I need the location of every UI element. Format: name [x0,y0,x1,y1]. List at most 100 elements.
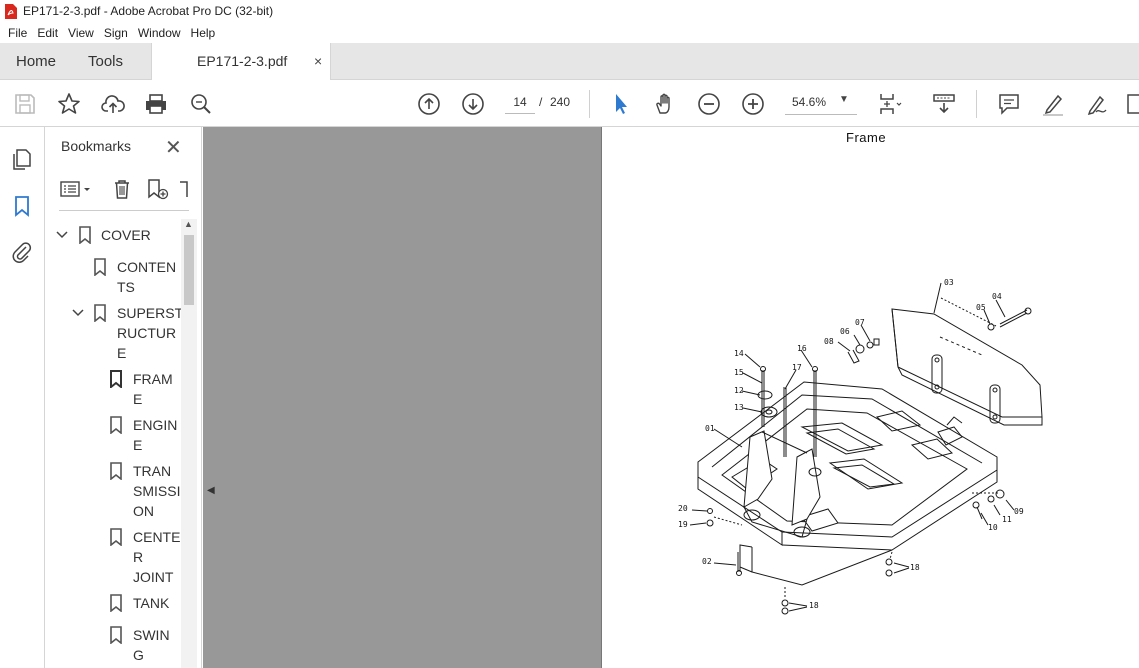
bookmark-icon [110,626,122,644]
bookmark-label: CENTE R JOINT [133,529,181,585]
tab-tools[interactable]: Tools [88,43,123,80]
menu-help[interactable]: Help [186,26,221,40]
callout-label: 18 [910,563,920,572]
frame-exploded-drawing [689,282,1043,615]
bookmark-item-engine[interactable]: ENGIN E [45,415,181,457]
bookmark-label: TANK [133,595,170,611]
hand-tool-icon[interactable] [652,91,678,117]
menu-file[interactable]: File [3,26,32,40]
page-number-input[interactable] [505,90,535,114]
bookmark-item-frame[interactable]: FRAM E [45,369,181,411]
callout-label: 02 [702,557,712,566]
bookmarks-panel: Bookmarks ✕ COVER CONTEN TS SUPERST RUCT… [45,127,202,668]
bookmark-label: TRAN SMISSI ON [133,463,181,519]
chevron-down-icon[interactable] [71,305,85,321]
bookmark-label: COVER [101,227,151,243]
bookmark-label: SWIN G [133,627,170,663]
navigation-rail [0,127,45,668]
tab-home[interactable]: Home [16,43,56,80]
pdf-page: Frame 03 04 05 06 07 08 14 16 15 17 12 1… [601,127,1139,668]
menu-edit[interactable]: Edit [32,26,63,40]
bookmark-item-center-joint[interactable]: CENTE R JOINT [45,527,181,589]
page-separator: / [539,95,543,109]
more-options-icon[interactable] [177,177,189,201]
bookmark-panel-icon[interactable] [10,194,34,218]
zoom-in-icon[interactable] [740,91,766,117]
bookmarks-toolbar [59,171,189,211]
page-thumbnails-icon[interactable] [10,147,34,171]
scroll-mode-icon[interactable] [931,91,957,117]
toolbar-divider [589,90,590,118]
scroll-up-icon[interactable]: ▲ [184,219,193,229]
tab-close-button[interactable]: × [314,43,322,80]
next-page-icon[interactable] [460,91,486,117]
bookmark-icon [110,462,122,480]
bookmark-item-transmission[interactable]: TRAN SMISSI ON [45,461,181,523]
tab-document-label: EP171-2-3.pdf [197,53,288,69]
toolbar-divider [976,90,977,118]
bookmarks-scrollbar[interactable]: ▲ [181,219,197,668]
zoom-select[interactable]: 54.6% ▼ [785,90,857,115]
menu-window[interactable]: Window [133,26,186,40]
select-cursor-icon[interactable] [608,91,634,117]
menu-view[interactable]: View [63,26,99,40]
attachment-icon[interactable] [10,240,34,264]
more-tools-icon[interactable] [1124,91,1139,117]
callout-label: 06 [840,327,850,336]
main-toolbar: / 240 54.6% ▼ [0,80,1139,127]
bookmark-icon [110,416,122,434]
callout-label: 13 [734,403,744,412]
zoom-value: 54.6% [792,95,827,109]
callout-label: 12 [734,386,744,395]
title-bar: EP171-2-3.pdf - Adobe Acrobat Pro DC (32… [0,0,1139,22]
new-bookmark-icon[interactable] [145,177,169,201]
save-icon[interactable] [12,91,38,117]
chevron-down-icon: ▼ [839,94,849,105]
bookmark-icon [79,226,91,244]
callout-label: 17 [792,363,802,372]
callout-label: 05 [976,303,986,312]
bookmark-label: SUPERST RUCTUR E [117,305,181,361]
bookmark-item-cover[interactable]: COVER [45,225,181,247]
star-icon[interactable] [56,91,82,117]
callout-label: 09 [1014,507,1024,516]
fit-page-icon[interactable] [876,91,902,117]
options-menu-icon[interactable] [59,177,93,201]
print-icon[interactable] [143,91,169,117]
callout-label: 19 [678,520,688,529]
upload-cloud-icon[interactable] [100,91,126,117]
bookmark-icon [110,528,122,546]
callout-label: 08 [824,337,834,346]
window-title: EP171-2-3.pdf - Adobe Acrobat Pro DC (32… [23,4,274,18]
menu-sign[interactable]: Sign [99,26,133,40]
callout-label: 16 [797,344,807,353]
callout-label: 18 [809,601,819,610]
highlight-pen-icon[interactable] [1040,91,1066,117]
collapse-panel-icon[interactable]: ◀ [207,485,215,496]
menu-bar: File Edit View Sign Window Help [0,22,1139,43]
zoom-search-icon[interactable] [188,91,214,117]
zoom-out-icon[interactable] [696,91,722,117]
bookmark-tree: COVER CONTEN TS SUPERST RUCTUR E FRAM E [45,219,181,668]
bookmark-item-superstructure[interactable]: SUPERST RUCTUR E [45,303,181,365]
callout-label: 10 [988,523,998,532]
scrollbar-thumb[interactable] [184,235,194,305]
tab-document[interactable]: EP171-2-3.pdf × [151,43,331,80]
callout-label: 04 [992,292,1002,301]
pdf-app-icon [5,3,17,19]
bookmark-item-tank[interactable]: TANK [45,593,181,615]
previous-page-icon[interactable] [416,91,442,117]
acrobat-window: EP171-2-3.pdf - Adobe Acrobat Pro DC (32… [0,0,1139,668]
delete-icon[interactable] [110,177,134,201]
comment-icon[interactable] [996,91,1022,117]
bookmark-item-swing[interactable]: SWIN G [45,625,181,667]
bookmarks-title: Bookmarks [61,138,132,154]
close-icon[interactable]: ✕ [165,135,182,160]
document-viewport[interactable]: ◀ Frame 03 04 05 06 07 08 14 16 15 17 12… [203,127,1139,668]
bookmark-icon [94,258,106,276]
callout-label: 07 [855,318,865,327]
draw-signature-icon[interactable] [1084,91,1110,117]
chevron-down-icon[interactable] [55,227,69,243]
tab-bar: Home Tools EP171-2-3.pdf × [0,43,1139,80]
bookmark-item-contents[interactable]: CONTEN TS [45,257,181,299]
